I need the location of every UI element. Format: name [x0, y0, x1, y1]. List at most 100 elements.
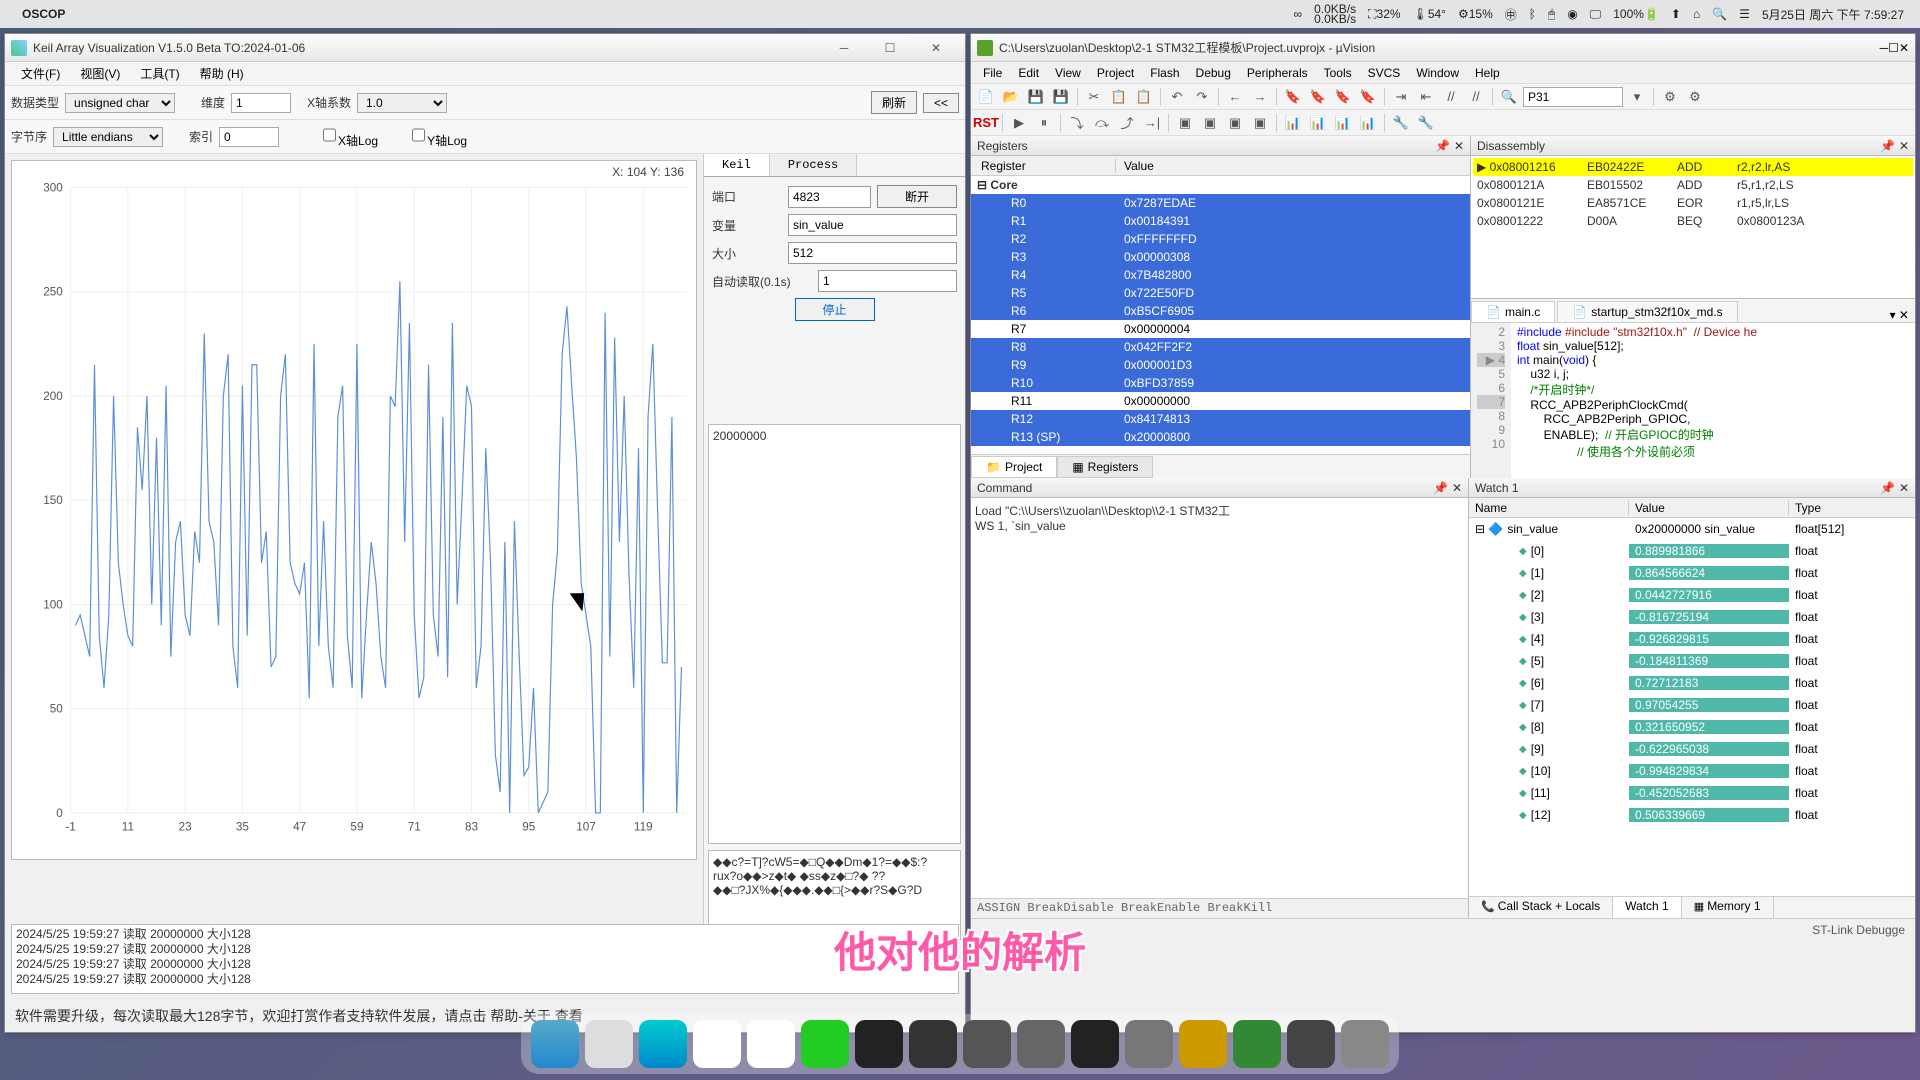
menu-view-r[interactable]: View	[1047, 64, 1089, 82]
close-button[interactable]: ✕	[913, 35, 959, 61]
watch-row[interactable]: ◆ [7]0.97054255float	[1469, 694, 1915, 716]
watch-root[interactable]: ⊟ 🔷 sin_value 0x20000000 sin_value float…	[1469, 518, 1915, 540]
auto-input[interactable]	[818, 270, 957, 292]
register-row[interactable]: R100xBFD37859	[971, 374, 1470, 392]
chart-area[interactable]: X: 104 Y: 136 050100150200250300-1112335…	[11, 160, 697, 860]
register-row[interactable]: R80x042FF2F2	[971, 338, 1470, 356]
dock-qq-icon[interactable]	[747, 1020, 795, 1068]
dock-finder-icon[interactable]	[531, 1020, 579, 1068]
redo-icon[interactable]: ↷	[1191, 86, 1213, 108]
menu-svcs-r[interactable]: SVCS	[1360, 64, 1409, 82]
outdent-icon[interactable]: ⇤	[1415, 86, 1437, 108]
watch-row[interactable]: ◆ [10]-0.994829834float	[1469, 760, 1915, 782]
cut-icon[interactable]: ✂	[1083, 86, 1105, 108]
monitor-icon[interactable]: 🖵	[1590, 7, 1602, 22]
tab-startup[interactable]: 📄 startup_stm32f10x_md.s	[1557, 301, 1737, 322]
undo-icon[interactable]: ↶	[1166, 86, 1188, 108]
xlog-checkbox[interactable]	[323, 125, 336, 145]
analyzer1-icon[interactable]: 📊	[1282, 112, 1304, 134]
dock-wechat-icon[interactable]	[801, 1020, 849, 1068]
pin-icon-2[interactable]: 📌	[1880, 139, 1895, 153]
watch-row[interactable]: ◆ [4]-0.926829815float	[1469, 628, 1915, 650]
search-icon[interactable]: 🔍	[1712, 7, 1727, 21]
open-icon[interactable]: 📂	[1000, 86, 1022, 108]
dock-app2-icon[interactable]	[963, 1020, 1011, 1068]
register-row[interactable]: R00x7287EDAE	[971, 194, 1470, 212]
register-row[interactable]: R60xB5CF6905	[971, 302, 1470, 320]
menu-view[interactable]: 视图(V)	[70, 63, 130, 84]
panel-close-icon-3[interactable]: ✕	[1452, 481, 1462, 495]
dock-app3-icon[interactable]	[1017, 1020, 1065, 1068]
menu-edit-r[interactable]: Edit	[1010, 64, 1047, 82]
comment-icon[interactable]: //	[1440, 86, 1462, 108]
nav-back-icon[interactable]: ←	[1224, 86, 1246, 108]
data-type-select[interactable]: unsigned char	[65, 93, 175, 113]
tab-callstack[interactable]: 📞 Call Stack + Locals	[1469, 897, 1613, 918]
menu-tools-r[interactable]: Tools	[1316, 64, 1360, 82]
analyzer2-icon[interactable]: 📊	[1307, 112, 1329, 134]
port-input[interactable]	[788, 186, 871, 208]
step-in-icon[interactable]: ⤵	[1066, 112, 1088, 134]
util-icon-2[interactable]: ⌂	[1693, 7, 1700, 21]
register-row[interactable]: R10x00184391	[971, 212, 1470, 230]
tab-project[interactable]: 📁 Project	[971, 456, 1057, 478]
r-maximize-button[interactable]: ☐	[1888, 41, 1899, 55]
saveall-icon[interactable]: 💾	[1050, 86, 1072, 108]
analyzer3-icon[interactable]: 📊	[1332, 112, 1354, 134]
menu-window-r[interactable]: Window	[1408, 64, 1467, 82]
dock-app5-icon[interactable]	[1179, 1020, 1227, 1068]
control-center-icon[interactable]: ☰	[1739, 7, 1750, 21]
dock-app1-icon[interactable]	[855, 1020, 903, 1068]
jump-input[interactable]	[1523, 87, 1623, 107]
panel-close-icon[interactable]: ✕	[1454, 139, 1464, 153]
menu-debug-r[interactable]: Debug	[1188, 64, 1239, 82]
tab-overflow-icon[interactable]: ▾ ✕	[1884, 308, 1915, 322]
register-row[interactable]: R40x7B482800	[971, 266, 1470, 284]
menu-project-r[interactable]: Project	[1089, 64, 1142, 82]
menu-peripherals-r[interactable]: Peripherals	[1239, 64, 1316, 82]
mac-app-name[interactable]: OSCOP	[22, 7, 65, 21]
tab-watch1[interactable]: Watch 1	[1613, 897, 1682, 918]
reset-icon[interactable]: RST	[975, 112, 997, 134]
dock-vs-icon[interactable]	[1233, 1020, 1281, 1068]
tools1-icon[interactable]: 🔧	[1390, 112, 1412, 134]
reg-col-name[interactable]: Register	[971, 159, 1116, 173]
tools2-icon[interactable]: 🔧	[1415, 112, 1437, 134]
xcoef-select[interactable]: 1.0	[357, 93, 447, 113]
dock-edge-icon[interactable]	[639, 1020, 687, 1068]
panel-close-icon-4[interactable]: ✕	[1899, 481, 1909, 495]
dock-chrome-icon[interactable]	[693, 1020, 741, 1068]
nav-fwd-icon[interactable]: →	[1249, 86, 1271, 108]
pin-icon[interactable]: 📌	[1435, 139, 1450, 153]
r-close-button[interactable]: ✕	[1899, 41, 1909, 55]
run-icon[interactable]: ▶	[1008, 112, 1030, 134]
ylog-checkbox[interactable]	[412, 125, 425, 145]
pin-icon-4[interactable]: 📌	[1880, 481, 1895, 495]
win1-icon[interactable]: ▣	[1174, 112, 1196, 134]
analyzer4-icon[interactable]: 📊	[1357, 112, 1379, 134]
bookmark-next-icon[interactable]: 🔖	[1307, 86, 1329, 108]
tab-registers[interactable]: ▦ Registers	[1057, 456, 1153, 478]
disasm-line[interactable]: 0x0800121AEB015502ADDr5,r1,r2,LS	[1473, 176, 1913, 194]
bookmark-clear-icon[interactable]: 🔖	[1357, 86, 1379, 108]
menu-file[interactable]: 文件(F)	[11, 63, 70, 84]
tab-main-c[interactable]: 📄 main.c	[1471, 301, 1555, 322]
macos-dock[interactable]	[521, 1014, 1399, 1074]
r-minimize-button[interactable]: ─	[1880, 41, 1889, 55]
left-titlebar[interactable]: Keil Array Visualization V1.5.0 Beta TO:…	[5, 34, 965, 62]
bookmark-icon[interactable]: 🔖	[1282, 86, 1304, 108]
stop-icon[interactable]: ⏸	[1033, 112, 1055, 134]
find-icon[interactable]: 🔍	[1498, 86, 1520, 108]
code-content[interactable]: #include #include "stm32f10x.h" // Devic…	[1511, 323, 1915, 478]
watch-row[interactable]: ◆ [1]0.864566624float	[1469, 562, 1915, 584]
disasm-line[interactable]: 0x08001222D00ABEQ0x0800123A	[1473, 212, 1913, 230]
win3-icon[interactable]: ▣	[1224, 112, 1246, 134]
indent-icon[interactable]: ⇥	[1390, 86, 1412, 108]
win4-icon[interactable]: ▣	[1249, 112, 1271, 134]
dock-terminal-icon[interactable]	[1071, 1020, 1119, 1068]
watch-row[interactable]: ◆ [3]-0.816725194float	[1469, 606, 1915, 628]
menu-file-r[interactable]: File	[975, 64, 1010, 82]
refresh-button[interactable]: 刷新	[871, 91, 917, 114]
bookmark-prev-icon[interactable]: 🔖	[1332, 86, 1354, 108]
watch-row[interactable]: ◆ [5]-0.184811369float	[1469, 650, 1915, 672]
